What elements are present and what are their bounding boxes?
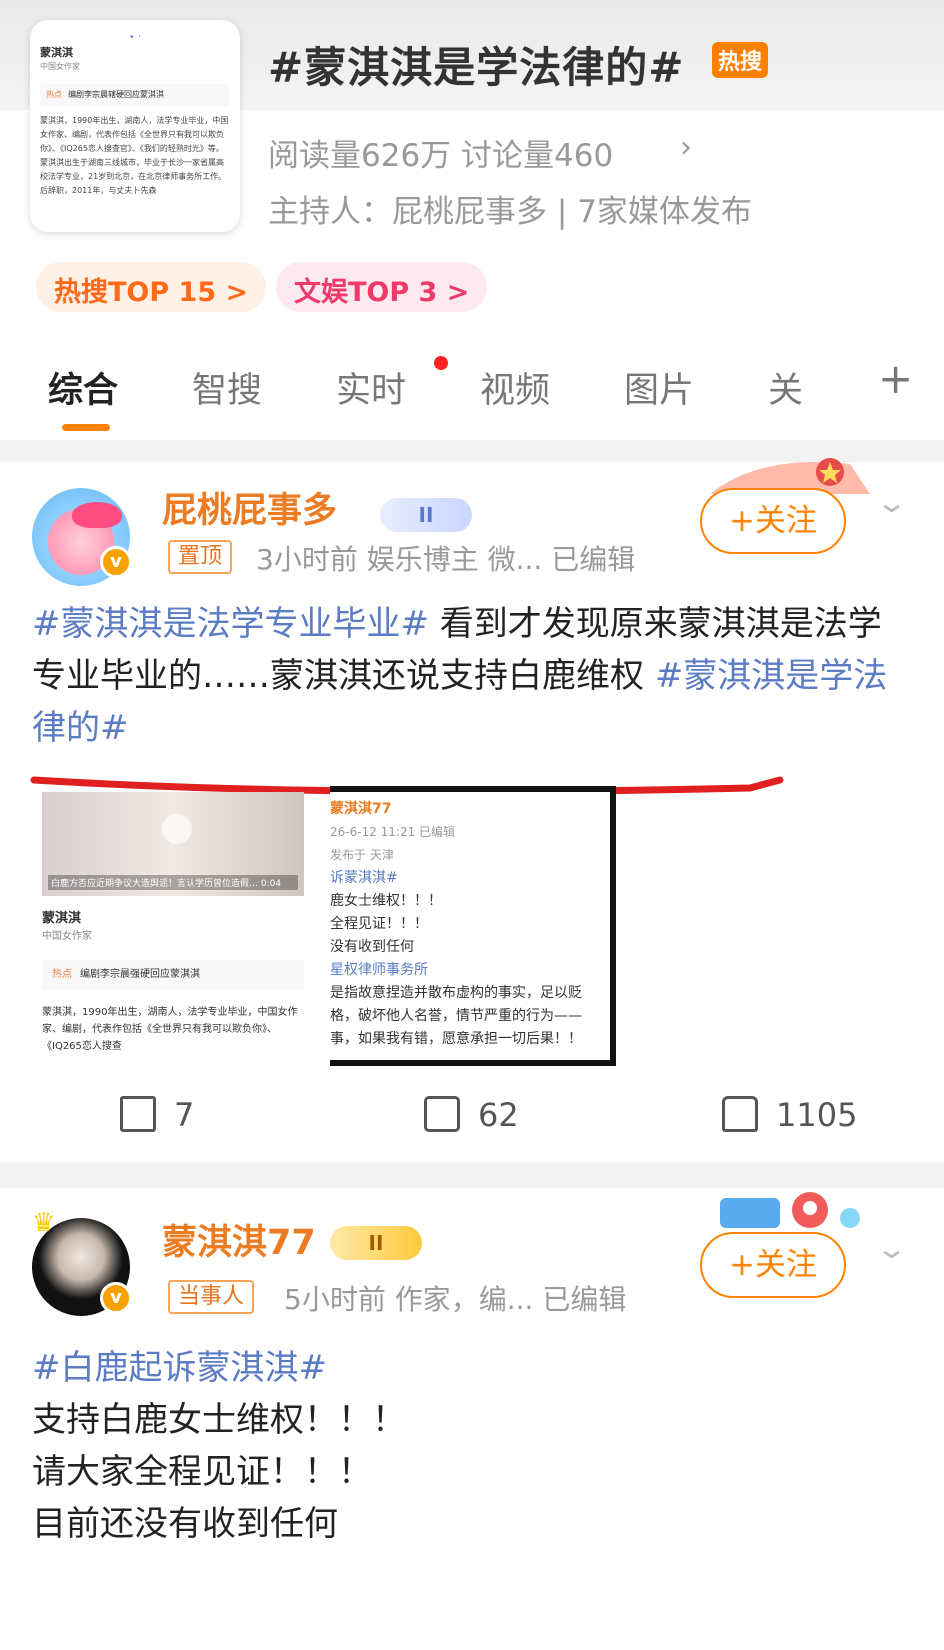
chevron-down-icon[interactable]: ⌄ bbox=[875, 486, 908, 519]
thumbs-up-icon bbox=[722, 1096, 758, 1132]
topic-title: #蒙淇淇是学法律的# bbox=[268, 43, 685, 92]
post-image-1[interactable]: 白鹿方否应近期争议大造舆谣！言认学历曾位造假… 0:04 蒙淇淇 中国女作家 热… bbox=[42, 792, 304, 1082]
topic-host: 主持人：屁桃屁事多 | 7家媒体发布 bbox=[268, 194, 752, 230]
post-card: v 屁桃屁事多 II 置顶 3小时前 娱乐博主 微... 已编辑 +关注 ⌄ #… bbox=[0, 458, 944, 1162]
image-2-line: 鹿女士维权！！！ bbox=[330, 893, 442, 909]
active-tab-indicator bbox=[62, 424, 110, 431]
crown-icon: ♛ bbox=[32, 1208, 56, 1238]
thumb-hot-row: 热点 编剧李宗晨辖硬回应蒙淇淇 bbox=[40, 84, 230, 106]
like-count: 1105 bbox=[776, 1096, 858, 1134]
image-2-from: 发布于 天津 bbox=[330, 848, 394, 862]
username[interactable]: 蒙淇淇77 bbox=[162, 1214, 316, 1265]
hashtag-link[interactable]: #蒙淇淇是法学专业毕业# bbox=[32, 604, 429, 644]
thumb-subtitle: 中国女作家 bbox=[40, 62, 80, 71]
thumb-hot-text: 编剧李宗晨辖硬回应蒙淇淇 bbox=[68, 90, 164, 99]
image-1-hot-text: 编剧李宗晨强硬回应蒙淇淇 bbox=[80, 969, 200, 980]
image-1-subtitle: 中国女作家 bbox=[42, 931, 92, 942]
chevron-right-icon[interactable]: › bbox=[680, 130, 692, 165]
notification-dot bbox=[434, 356, 448, 370]
image-2-time: 26-6-12 11:21 已编辑 bbox=[330, 825, 456, 839]
username[interactable]: 屁桃屁事多 bbox=[162, 482, 337, 533]
topic-thumbnail[interactable]: • · 蒙淇淇 中国女作家 热点 编剧李宗晨辖硬回应蒙淇淇 蒙淇淇，1990年出生… bbox=[30, 20, 240, 232]
chevron-down-icon[interactable]: ⌄ bbox=[875, 1232, 908, 1265]
bow-icon bbox=[72, 502, 122, 528]
member-badge-icon: II bbox=[380, 498, 472, 532]
post-text-line: 目前还没有收到任何 bbox=[32, 1504, 338, 1544]
post-action-bar: 7 62 1105 bbox=[0, 1082, 944, 1152]
image-1-content: 蒙淇淇 中国女作家 热点 编剧李宗晨强硬回应蒙淇淇 蒙淇淇，1990年出生，湖南人… bbox=[42, 896, 304, 1055]
share-button[interactable]: 7 bbox=[120, 1096, 194, 1134]
section-divider bbox=[0, 1162, 944, 1188]
post-image-2[interactable]: 蒙淇淇77 26-6-12 11:21 已编辑 发布于 天津 诉蒙淇淇# 鹿女士… bbox=[330, 786, 616, 1066]
thumb-hot-label: 热点 bbox=[46, 90, 62, 99]
member-badge-icon: II bbox=[330, 1226, 422, 1260]
entertainment-rank-pill[interactable]: 文娱TOP 3 > bbox=[276, 262, 488, 312]
tab-smart-search[interactable]: 智搜 bbox=[192, 362, 262, 413]
share-icon bbox=[120, 1096, 156, 1132]
post-text: #白鹿起诉蒙淇淇# 支持白鹿女士维权！！！ 请大家全程见证！！！ 目前还没有收到… bbox=[32, 1342, 904, 1550]
video-caption: 白鹿方否应近期争议大造舆谣！言认学历曾位造假… 0:04 bbox=[48, 875, 298, 890]
follow-button[interactable]: +关注 bbox=[700, 488, 846, 554]
topic-stats[interactable]: 阅读量626万 讨论量460 bbox=[268, 130, 613, 175]
tab-realtime[interactable]: 实时 bbox=[336, 362, 406, 413]
video-thumbnail[interactable]: 白鹿方否应近期争议大造舆谣！言认学历曾位造假… 0:04 bbox=[42, 792, 304, 896]
party-tag: 当事人 bbox=[168, 1280, 255, 1314]
image-2-user: 蒙淇淇77 bbox=[330, 801, 392, 817]
post-meta: 3小时前 娱乐博主 微... 已编辑 bbox=[256, 543, 636, 576]
image-2-line: 星权律师事务所 bbox=[330, 962, 428, 978]
post-text-line: 请大家全程见证！！！ bbox=[32, 1452, 372, 1492]
tab-images[interactable]: 图片 bbox=[624, 362, 694, 413]
image-1-hot-row: 热点 编剧李宗晨强硬回应蒙淇淇 bbox=[42, 960, 304, 990]
post-meta: 5小时前 作家，编... 已编辑 bbox=[284, 1283, 627, 1316]
pinned-tag: 置顶 bbox=[168, 540, 233, 574]
hot-badge: 热搜 bbox=[712, 42, 769, 78]
share-count: 7 bbox=[174, 1096, 195, 1134]
image-2-line: 是指故意捏造并散布虚构的事实，足以贬 bbox=[330, 985, 582, 1001]
comment-button[interactable]: 62 bbox=[424, 1096, 519, 1134]
play-icon[interactable] bbox=[162, 814, 192, 844]
add-tab-icon[interactable]: + bbox=[878, 354, 913, 403]
image-1-name: 蒙淇淇 bbox=[42, 911, 82, 926]
post-text-line: 支持白鹿女士维权！！！ bbox=[32, 1400, 406, 1440]
verified-badge-icon: v bbox=[100, 1282, 132, 1314]
post-text: #蒙淇淇是法学专业毕业# 看到才发现原来蒙淇淇是法学专业毕业的……蒙淇淇还说支持… bbox=[32, 598, 904, 754]
hot-search-rank-pill[interactable]: 热搜TOP 15 > bbox=[36, 262, 267, 312]
hashtag-link[interactable]: #白鹿起诉蒙淇淇# bbox=[32, 1342, 904, 1394]
post-card: ♛ v 蒙淇淇77 II 当事人 5小时前 作家，编... 已编辑 +关注 ⌄ … bbox=[0, 1188, 944, 1650]
carousel-dots: • · bbox=[128, 32, 142, 43]
tab-comprehensive[interactable]: 综合 bbox=[48, 362, 118, 413]
verified-badge-icon: v bbox=[100, 546, 132, 578]
image-2-line: 事，如果我有错，愿意承担一切后果！！ bbox=[330, 1031, 582, 1047]
tab-video[interactable]: 视频 bbox=[480, 362, 550, 413]
search-tabs: 综合 智搜 实时 视频 图片 关 + bbox=[0, 350, 944, 440]
image-2-line: 诉蒙淇淇# bbox=[330, 870, 398, 886]
tab-follow[interactable]: 关 bbox=[768, 362, 803, 413]
image-2-line: 格，破坏他人名誉，情节严重的行为—— bbox=[330, 1008, 582, 1024]
like-button[interactable]: 1105 bbox=[722, 1096, 857, 1134]
image-1-hot-label: 热点 bbox=[52, 969, 72, 980]
image-2-line: 全程见证！！！ bbox=[330, 916, 428, 932]
follow-button[interactable]: +关注 bbox=[700, 1232, 846, 1298]
comment-count: 62 bbox=[478, 1096, 519, 1134]
image-2-line: 没有收到任何 bbox=[330, 939, 414, 955]
thumb-name: 蒙淇淇 bbox=[40, 46, 73, 59]
image-1-text: 蒙淇淇，1990年出生，湖南人，法学专业毕业，中国女作家、编剧，代表作包括《全世… bbox=[42, 1007, 298, 1052]
comment-icon bbox=[424, 1096, 460, 1132]
thumb-text: 蒙淇淇，1990年出生，湖南人，法学专业毕业，中国女作家、编剧，代表作包括《全世… bbox=[40, 116, 229, 195]
